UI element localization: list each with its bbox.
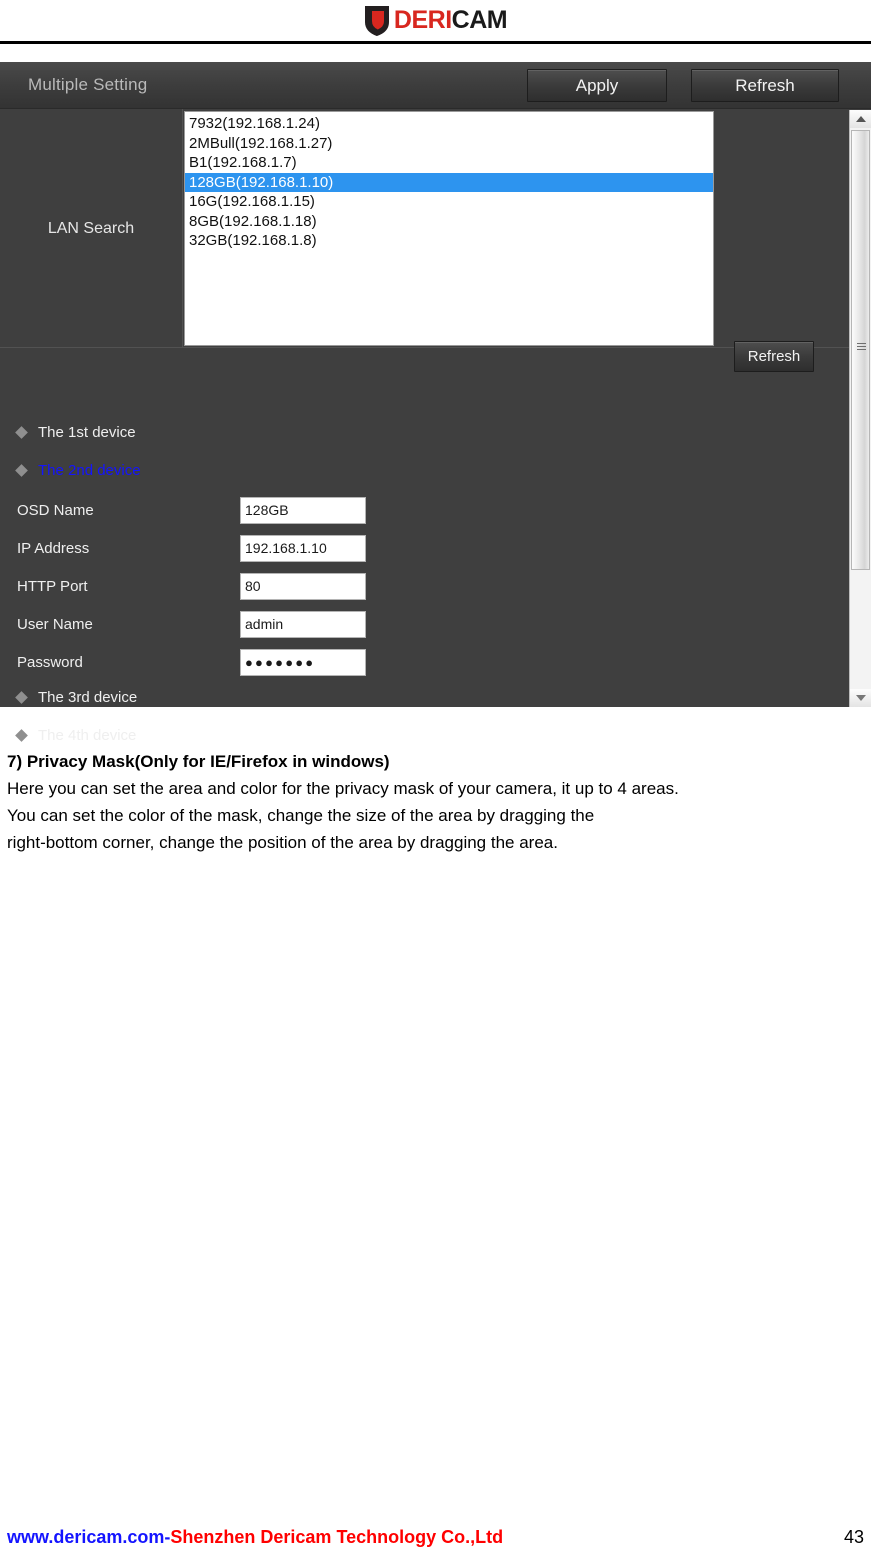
radio-diamond-icon xyxy=(15,728,28,742)
scroll-down-button[interactable] xyxy=(850,689,871,707)
shield-icon xyxy=(364,5,389,36)
lan-device-listbox[interactable]: 7932(192.168.1.24) 2MBull(192.168.1.27) B1… xyxy=(184,111,714,346)
page-footer: www.dericam.com-Shenzhen Dericam Technol… xyxy=(7,1527,864,1548)
ip-address-input[interactable]: 192.168.1.10 xyxy=(240,534,366,562)
lan-search-label-cell: LAN Search xyxy=(0,109,183,348)
device-option-3-label: The 3rd device xyxy=(38,688,138,706)
panel-title: Multiple Setting xyxy=(28,75,148,94)
radio-diamond-icon xyxy=(15,690,28,704)
header-divider xyxy=(0,41,871,44)
content-line-2: You can set the color of the mask, chang… xyxy=(7,806,595,825)
field-row-http-port: HTTP Port 80 xyxy=(0,572,600,600)
lan-refresh-button[interactable]: Refresh xyxy=(734,341,814,372)
brand-logo: DERICAM xyxy=(364,5,508,37)
footer-text: www.dericam.com-Shenzhen Dericam Technol… xyxy=(7,1527,503,1548)
http-port-input[interactable]: 80 xyxy=(240,572,366,600)
field-row-ip-address: IP Address 192.168.1.10 xyxy=(0,534,600,562)
device-option-2-label: The 2nd device xyxy=(38,461,141,479)
password-input[interactable]: ●●●●●●● xyxy=(240,648,366,676)
device-option-4[interactable]: The 4th device xyxy=(0,724,136,746)
lan-search-label: LAN Search xyxy=(47,219,135,237)
grip-lines-icon xyxy=(857,343,866,351)
password-label: Password xyxy=(17,653,83,671)
field-row-password: Password ●●●●●●● xyxy=(0,648,600,676)
section-heading: 7) Privacy Mask(Only for IE/Firefox in w… xyxy=(7,752,390,771)
apply-button[interactable]: Apply xyxy=(527,69,667,102)
content-line-1: Here you can set the area and color for … xyxy=(7,779,679,798)
radio-diamond-icon xyxy=(15,463,28,477)
device-option-1[interactable]: The 1st device xyxy=(0,421,136,443)
footer-website-link[interactable]: www.dericam.com- xyxy=(7,1527,170,1547)
device-option-3[interactable]: The 3rd device xyxy=(0,686,137,708)
lan-device-item[interactable]: 2MBull(192.168.1.27) xyxy=(185,134,713,154)
user-name-input[interactable]: admin xyxy=(240,610,366,638)
ip-address-label: IP Address xyxy=(17,539,90,557)
device-option-1-label: The 1st device xyxy=(38,423,136,441)
lan-device-item[interactable]: 16G(192.168.1.15) xyxy=(185,192,713,212)
triangle-down-icon xyxy=(855,695,866,701)
triangle-up-icon xyxy=(855,116,866,122)
user-name-label: User Name xyxy=(17,615,93,633)
field-row-osd-name: OSD Name 128GB xyxy=(0,496,600,524)
logo-primary-text: DERI xyxy=(393,6,452,34)
device-option-4-label: The 4th device xyxy=(38,726,137,744)
http-port-label: HTTP Port xyxy=(17,577,88,595)
field-row-user-name: User Name admin xyxy=(0,610,600,638)
lan-device-item[interactable]: 7932(192.168.1.24) xyxy=(185,114,713,134)
logo-secondary-text: CAM xyxy=(451,6,508,34)
lan-search-row: LAN Search 7932(192.168.1.24) 2MBull(192.… xyxy=(0,109,871,372)
osd-name-label: OSD Name xyxy=(17,501,94,519)
osd-name-input[interactable]: 128GB xyxy=(240,496,366,524)
scroll-up-button[interactable] xyxy=(850,110,871,128)
scrollbar-thumb[interactable] xyxy=(851,130,870,570)
device-option-2[interactable]: The 2nd device xyxy=(0,459,141,481)
page-number: 43 xyxy=(843,1527,864,1547)
lan-device-item[interactable]: 8GB(192.168.1.18) xyxy=(185,212,713,232)
panel-scrollbar[interactable] xyxy=(849,110,871,707)
radio-diamond-icon xyxy=(15,425,28,439)
content-block: 7) Privacy Mask(Only for IE/Firefox in w… xyxy=(7,748,867,856)
content-line-3: right-bottom corner, change the position… xyxy=(7,833,558,852)
lan-device-item[interactable]: B1(192.168.1.7) xyxy=(185,153,713,173)
refresh-button-top[interactable]: Refresh xyxy=(691,69,839,102)
lan-device-item[interactable]: 128GB(192.168.1.10) xyxy=(185,172,713,192)
lan-device-item[interactable]: 32GB(192.168.1.8) xyxy=(185,231,713,251)
multiple-setting-panel: Multiple Setting Apply Refresh LAN Searc… xyxy=(0,62,871,744)
panel-titlebar: Multiple Setting Apply Refresh xyxy=(0,62,871,109)
page-header: DERICAM xyxy=(0,0,871,41)
footer-company-name: Shenzhen Dericam Technology Co.,Ltd xyxy=(170,1527,504,1547)
